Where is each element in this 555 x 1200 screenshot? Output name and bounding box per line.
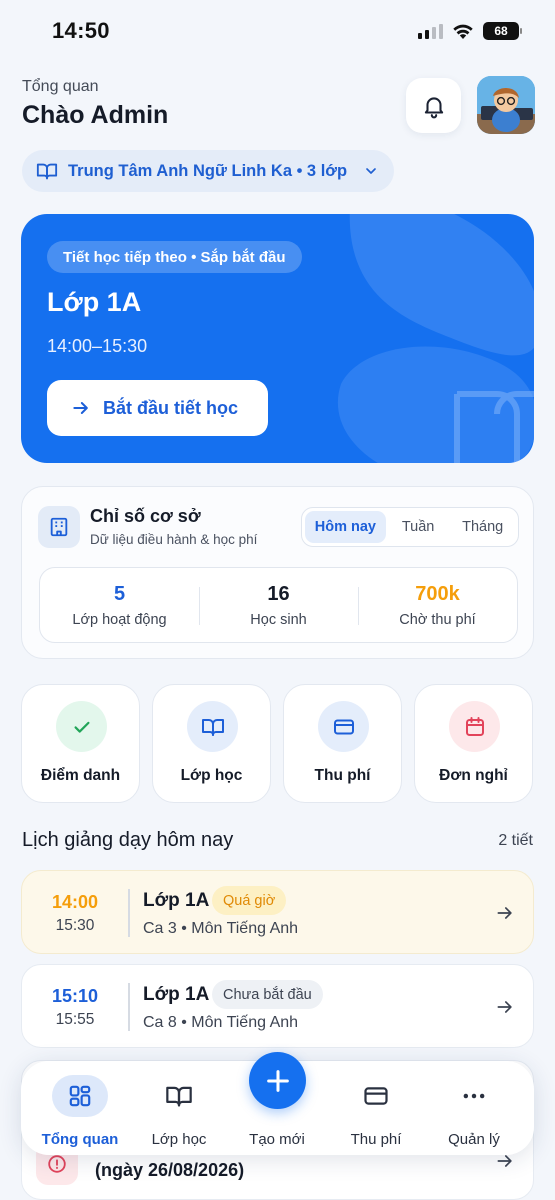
page-title: Chào Admin: [22, 101, 169, 129]
nav-item-classes[interactable]: Lớp học: [129, 1075, 229, 1148]
avatar[interactable]: [477, 76, 535, 134]
nav-label: Tổng quan: [41, 1131, 119, 1148]
tab-month[interactable]: Tháng: [450, 511, 515, 543]
arrow-right-icon: [497, 1001, 512, 1013]
lesson-end-time: 15:55: [55, 1011, 95, 1028]
center-selector[interactable]: Trung Tâm Anh Ngữ Linh Ka • 3 lớp: [22, 150, 394, 192]
wifi-icon: [453, 24, 473, 39]
metric-students[interactable]: 16 Học sinh: [199, 583, 358, 628]
next-lesson-card: Tiết học tiếp theo • Sắp bắt đầu Lớp 1A …: [21, 214, 534, 463]
chevron-down-icon: [366, 168, 376, 174]
battery-icon: 68: [483, 22, 522, 40]
lesson-end-time: 15:30: [55, 917, 95, 934]
metric-label: Lớp hoạt động: [72, 611, 167, 628]
metric-value: 5: [113, 582, 126, 605]
status-icons: 68: [418, 22, 522, 40]
metrics-row: 5 Lớp hoạt động 16 Học sinh 700k Chờ thu…: [39, 567, 518, 643]
arrow-right-icon: [73, 402, 88, 414]
metric-pending-fees[interactable]: 700k Chờ thu phí: [358, 583, 517, 628]
status-badge: Chưa bắt đầu: [212, 980, 323, 1009]
nav-label: Thu phí: [350, 1131, 402, 1148]
stats-title: Chỉ số cơ sở: [90, 506, 201, 526]
nav-label: Tạo mới: [249, 1131, 305, 1148]
nav-label: Lớp học: [151, 1131, 207, 1148]
quick-action-label: Điểm danh: [40, 767, 121, 784]
quick-action-leave-requests[interactable]: Đơn nghỉ: [414, 684, 533, 803]
book-icon: [129, 1075, 229, 1117]
lesson-divider: [128, 889, 130, 937]
cellular-signal-icon: [418, 23, 443, 39]
next-lesson-badge: Tiết học tiếp theo • Sắp bắt đầu: [47, 241, 302, 273]
nav-item-create[interactable]: Tạo mới: [227, 1075, 327, 1148]
calendar-icon: [449, 701, 500, 752]
quick-action-classes[interactable]: Lớp học: [152, 684, 271, 803]
status-time: 14:50: [52, 18, 110, 43]
nav-label: Quản lý: [448, 1131, 500, 1148]
nav-item-overview[interactable]: Tổng quan: [30, 1075, 130, 1148]
bottom-nav: Tổng quan Lớp học Tạo mới Thu phí Quản l…: [21, 1052, 534, 1155]
metric-value: 700k: [415, 582, 460, 605]
avatar-image: [477, 76, 535, 134]
arrow-right-icon: [497, 907, 512, 919]
start-lesson-label: Bắt đầu tiết học: [103, 397, 239, 418]
card-icon: [318, 701, 369, 752]
start-lesson-button[interactable]: Bắt đầu tiết học: [47, 380, 268, 436]
metric-label: Học sinh: [250, 611, 307, 628]
tab-today[interactable]: Hôm nay: [305, 511, 386, 543]
lesson-start-time: 14:00: [51, 892, 99, 912]
center-selector-label: Trung Tâm Anh Ngữ Linh Ka • 3 lớp: [68, 161, 348, 180]
lesson-class: Lớp 1A: [143, 984, 210, 1005]
next-lesson-class: Lớp 1A: [47, 287, 142, 317]
quick-action-label: Thu phí: [314, 767, 371, 784]
building-icon: [38, 506, 80, 548]
bell-icon: [424, 96, 443, 118]
lesson-divider: [128, 983, 130, 1031]
stats-subtitle: Dữ liệu điều hành & học phí: [90, 532, 258, 547]
metric-label: Chờ thu phí: [399, 611, 476, 628]
nav-item-fees[interactable]: Thu phí: [326, 1075, 426, 1148]
lesson-row[interactable]: 15:10 15:55 Lớp 1A Chưa bắt đầu Ca 8 • M…: [21, 964, 534, 1048]
book-icon: [187, 701, 238, 752]
nav-item-manage[interactable]: Quản lý: [424, 1075, 524, 1148]
grid-icon: [52, 1075, 108, 1117]
book-open-icon: [36, 163, 58, 180]
tab-week[interactable]: Tuần: [386, 511, 451, 543]
lesson-row[interactable]: 14:00 15:30 Lớp 1A Quá giờ Ca 3 • Môn Ti…: [21, 870, 534, 954]
leave-request-date: (ngày 26/08/2026): [95, 1160, 245, 1180]
schedule-title: Lịch giảng dạy hôm nay: [22, 829, 234, 851]
lesson-meta: Ca 8 • Môn Tiếng Anh: [143, 1014, 299, 1031]
lesson-meta: Ca 3 • Môn Tiếng Anh: [143, 920, 299, 937]
quick-action-fees[interactable]: Thu phí: [283, 684, 402, 803]
quick-action-attendance[interactable]: Điểm danh: [21, 684, 140, 803]
check-icon: [56, 701, 107, 752]
notifications-button[interactable]: [406, 78, 461, 133]
card-icon: [326, 1075, 426, 1117]
metric-value: 16: [267, 582, 290, 605]
facility-stats-card: Chỉ số cơ sở Dữ liệu điều hành & học phí…: [21, 486, 534, 659]
period-segmented-control: Hôm nay Tuần Tháng: [301, 507, 519, 547]
more-icon: [424, 1075, 524, 1117]
page-subtitle: Tổng quan: [22, 78, 99, 95]
lesson-start-time: 15:10: [51, 986, 99, 1006]
lesson-class: Lớp 1A: [143, 890, 210, 911]
next-lesson-time: 14:00–15:30: [47, 336, 148, 356]
quick-action-label: Đơn nghỉ: [439, 767, 508, 784]
metric-active-classes[interactable]: 5 Lớp hoạt động: [40, 583, 199, 628]
status-badge: Quá giờ: [212, 886, 287, 915]
quick-action-label: Lớp học: [180, 767, 243, 784]
status-bar: 14:50 68: [0, 0, 555, 62]
schedule-count: 2 tiết: [498, 832, 533, 849]
